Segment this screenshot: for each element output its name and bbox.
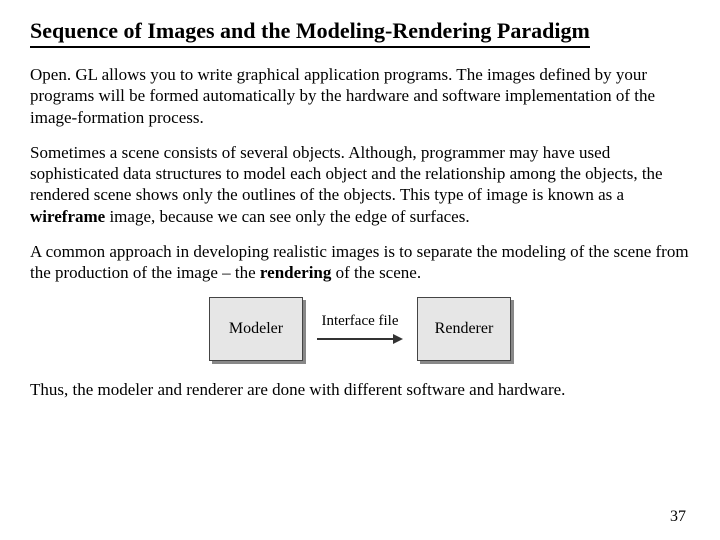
- p3-text-b: of the scene.: [331, 263, 421, 282]
- p3-bold-rendering: rendering: [260, 263, 331, 282]
- diagram: Modeler Interface file Renderer: [30, 297, 690, 361]
- p2-bold-wireframe: wireframe: [30, 207, 105, 226]
- paragraph-1: Open. GL allows you to write graphical a…: [30, 64, 690, 128]
- modeler-label: Modeler: [229, 320, 283, 338]
- slide-title: Sequence of Images and the Modeling-Rend…: [30, 18, 590, 48]
- modeler-box: Modeler: [209, 297, 303, 361]
- paragraph-3: A common approach in developing realisti…: [30, 241, 690, 284]
- slide: Sequence of Images and the Modeling-Rend…: [0, 0, 720, 540]
- arrow-wrap: Interface file: [317, 313, 403, 346]
- title-wrap: Sequence of Images and the Modeling-Rend…: [30, 18, 690, 52]
- arrow-icon: [317, 332, 403, 346]
- renderer-label: Renderer: [435, 320, 494, 338]
- paragraph-2: Sometimes a scene consists of several ob…: [30, 142, 690, 227]
- renderer-box: Renderer: [417, 297, 511, 361]
- p1-text: Open. GL allows you to write graphical a…: [30, 65, 655, 127]
- interface-file-label: Interface file: [321, 313, 398, 330]
- p2-text-b: image, because we can see only the edge …: [105, 207, 469, 226]
- p2-text-a: Sometimes a scene consists of several ob…: [30, 143, 663, 205]
- page-number: 37: [670, 508, 686, 526]
- paragraph-4: Thus, the modeler and renderer are done …: [30, 379, 690, 400]
